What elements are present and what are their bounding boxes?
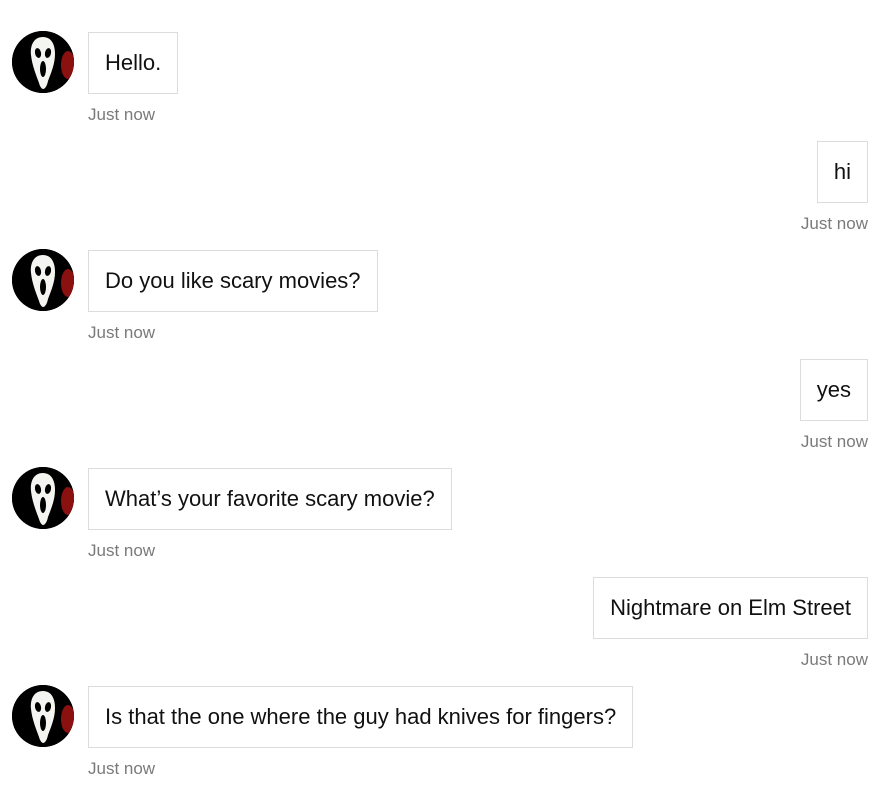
- message-bubble: yes: [799, 359, 868, 421]
- message-bubble: Do you like scary movies?: [88, 250, 378, 312]
- message-timestamp: Just now: [88, 759, 156, 778]
- message-row-incoming: What’s your favorite scary movie? Just n…: [0, 436, 880, 560]
- message-row-outgoing: hi Just now: [0, 109, 880, 233]
- chat-thread: Hello. Just now hi Just now Do you like …: [0, 0, 880, 790]
- message-bubble: Nightmare on Elm Street: [593, 577, 868, 639]
- message-row-outgoing: Nightmare on Elm Street Just now: [0, 545, 880, 669]
- ghostface-avatar-icon: [12, 31, 74, 93]
- ghostface-avatar-icon: [12, 685, 74, 747]
- message-bubble: What’s your favorite scary movie?: [88, 468, 452, 530]
- message-row-incoming: Is that the one where the guy had knives…: [0, 654, 880, 778]
- message-bubble: hi: [816, 141, 868, 203]
- message-row-incoming: Hello. Just now: [0, 0, 880, 124]
- ghostface-avatar-icon: [12, 249, 74, 311]
- message-row-outgoing: yes Just now: [0, 327, 880, 451]
- message-bubble: Hello.: [88, 32, 179, 94]
- message-bubble: Is that the one where the guy had knives…: [88, 686, 634, 748]
- message-row-incoming: Do you like scary movies? Just now: [0, 218, 880, 342]
- ghostface-avatar-icon: [12, 467, 74, 529]
